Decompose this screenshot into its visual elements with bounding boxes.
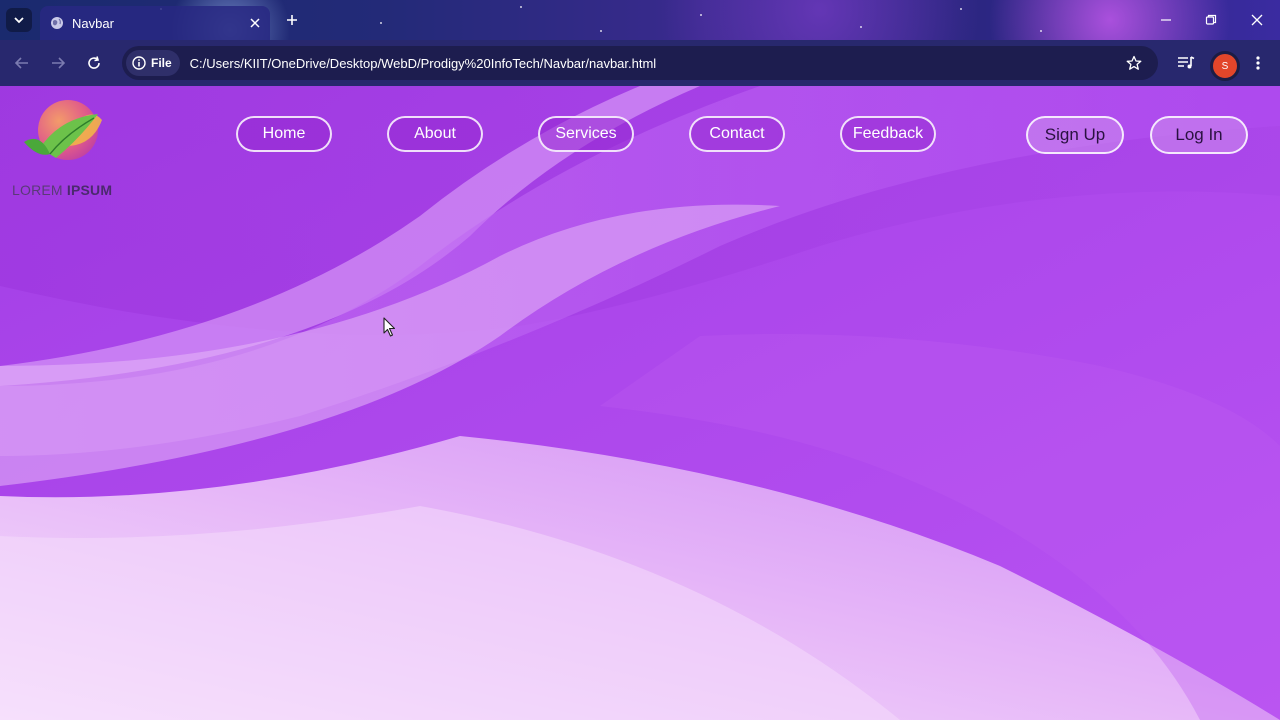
- site-info-button[interactable]: File: [126, 50, 180, 76]
- nav-contact-button[interactable]: Contact: [689, 116, 785, 152]
- page-viewport: LOREM IPSUM Home About Services Contact …: [0, 86, 1280, 720]
- minimize-icon: [1161, 19, 1171, 21]
- plus-icon: [287, 15, 297, 25]
- star-icon: [1126, 55, 1142, 70]
- nav-home-button[interactable]: Home: [236, 116, 332, 152]
- logo-word-2: IPSUM: [66, 182, 113, 198]
- playlist-icon: [1178, 56, 1195, 69]
- close-icon: [250, 18, 260, 28]
- nav-services-button[interactable]: Services: [538, 116, 634, 152]
- nav-about-button[interactable]: About: [387, 116, 483, 152]
- leaf-logo-icon: [24, 100, 102, 160]
- new-tab-button[interactable]: [282, 10, 302, 30]
- log-in-button[interactable]: Log In: [1150, 116, 1248, 154]
- nav-feedback-button[interactable]: Feedback: [840, 116, 936, 152]
- sign-up-button[interactable]: Sign Up: [1026, 116, 1124, 154]
- close-window-button[interactable]: [1247, 10, 1267, 30]
- globe-icon: [51, 17, 63, 29]
- site-info-label: File: [151, 56, 172, 70]
- address-bar[interactable]: File C:/Users/KIIT/OneDrive/Desktop/WebD…: [122, 46, 1158, 80]
- site-logo[interactable]: LOREM IPSUM: [12, 98, 122, 198]
- arrow-left-icon: [14, 57, 28, 69]
- wave-background: [0, 86, 1280, 720]
- restore-icon: [1205, 14, 1217, 25]
- logo-text: LOREM IPSUM: [12, 182, 112, 198]
- url-text[interactable]: C:/Users/KIIT/OneDrive/Desktop/WebD/Prod…: [190, 56, 1124, 71]
- browser-title-bar: Navbar: [0, 0, 1280, 40]
- forward-button[interactable]: [48, 53, 68, 73]
- logo-word-1: LOREM: [12, 182, 63, 198]
- profile-avatar[interactable]: S: [1210, 51, 1240, 81]
- restore-button[interactable]: [1201, 10, 1221, 30]
- mouse-cursor-icon: [383, 317, 396, 337]
- chevron-down-icon: [14, 17, 24, 24]
- arrow-right-icon: [52, 57, 66, 69]
- browser-menu-button[interactable]: [1248, 53, 1268, 73]
- back-button[interactable]: [12, 53, 32, 73]
- media-control-button[interactable]: [1176, 53, 1196, 73]
- bookmark-button[interactable]: [1124, 53, 1144, 73]
- reload-button[interactable]: [84, 53, 104, 73]
- minimize-button[interactable]: [1156, 10, 1176, 30]
- info-icon: [132, 56, 146, 70]
- tab-search-button[interactable]: [6, 8, 32, 32]
- tab-close-button[interactable]: [246, 14, 264, 32]
- tab-title: Navbar: [72, 15, 114, 31]
- more-vertical-icon: [1256, 56, 1260, 70]
- reload-icon: [88, 56, 100, 69]
- browser-toolbar: File C:/Users/KIIT/OneDrive/Desktop/WebD…: [0, 40, 1280, 86]
- close-icon: [1251, 14, 1263, 26]
- browser-tab-active[interactable]: Navbar: [40, 6, 270, 40]
